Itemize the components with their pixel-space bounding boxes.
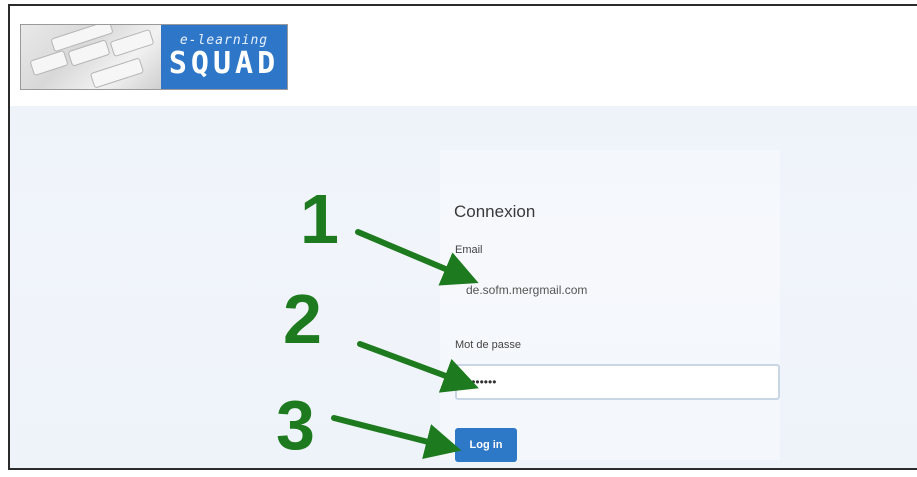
annotation-arrows xyxy=(331,229,479,460)
arrow-2-icon xyxy=(357,341,479,393)
arrow-1-icon xyxy=(355,229,479,286)
arrow-3-icon xyxy=(331,415,462,460)
